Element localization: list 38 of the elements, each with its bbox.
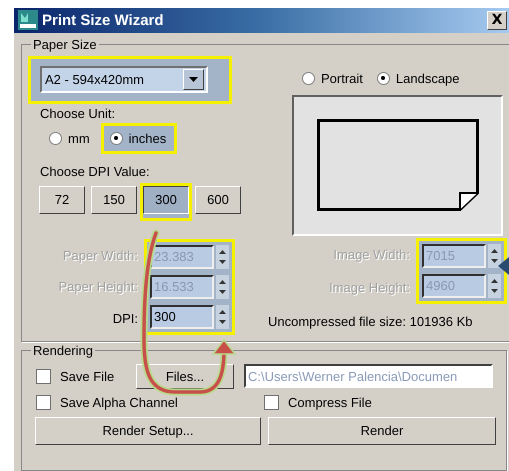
landscape-page-icon	[316, 119, 478, 212]
window-title: Print Size Wizard	[42, 12, 165, 29]
radio-label: mm	[68, 130, 90, 146]
radio-button[interactable]	[302, 72, 315, 85]
file-size-text: Uncompressed file size: 101936 Kb	[268, 314, 474, 329]
radio-button[interactable]	[376, 72, 390, 85]
checkbox-label: Compress File	[288, 394, 372, 410]
spinner-arrows-icon[interactable]	[488, 274, 501, 298]
radio-button[interactable]	[49, 132, 62, 145]
radio-label: Portrait	[321, 70, 363, 86]
checkbox-label: Save Alpha Channel	[60, 394, 178, 410]
radio-button[interactable]	[110, 132, 123, 145]
app-icon	[18, 10, 38, 30]
render-button[interactable]: Render Setup...	[35, 416, 261, 445]
paper-size-dropdown[interactable]: A2 - 594x420mm	[40, 66, 208, 93]
number-field[interactable]: 300	[150, 304, 214, 329]
checkbox[interactable]	[36, 368, 51, 384]
spinner-arrows-icon[interactable]	[216, 274, 229, 299]
radio-label: Landscape	[396, 70, 460, 86]
close-button[interactable]: X	[487, 10, 507, 30]
dpi-button[interactable]: 300	[143, 186, 189, 214]
unit-label: Choose Unit:	[40, 106, 116, 121]
spinner-arrows-icon[interactable]	[488, 244, 501, 268]
render-button[interactable]: Render	[268, 416, 496, 445]
spinner-arrows-icon[interactable]	[216, 304, 229, 329]
field-label: DPI:	[112, 310, 138, 326]
checkbox[interactable]	[264, 394, 279, 410]
dpi-button[interactable]: 72	[39, 186, 85, 214]
group-title: Rendering	[32, 342, 94, 358]
dpi-button[interactable]: 150	[91, 186, 137, 214]
spinner-arrows-icon[interactable]	[216, 244, 229, 269]
dpi-label: Choose DPI Value:	[40, 164, 151, 179]
checkbox[interactable]	[36, 394, 51, 410]
pointer-arrow-icon	[498, 257, 509, 275]
dpi-button[interactable]: 600	[195, 186, 241, 214]
group-title: Paper Size	[32, 36, 98, 52]
radio-label: inches	[128, 130, 166, 146]
checkbox-label: Save File	[60, 368, 114, 384]
